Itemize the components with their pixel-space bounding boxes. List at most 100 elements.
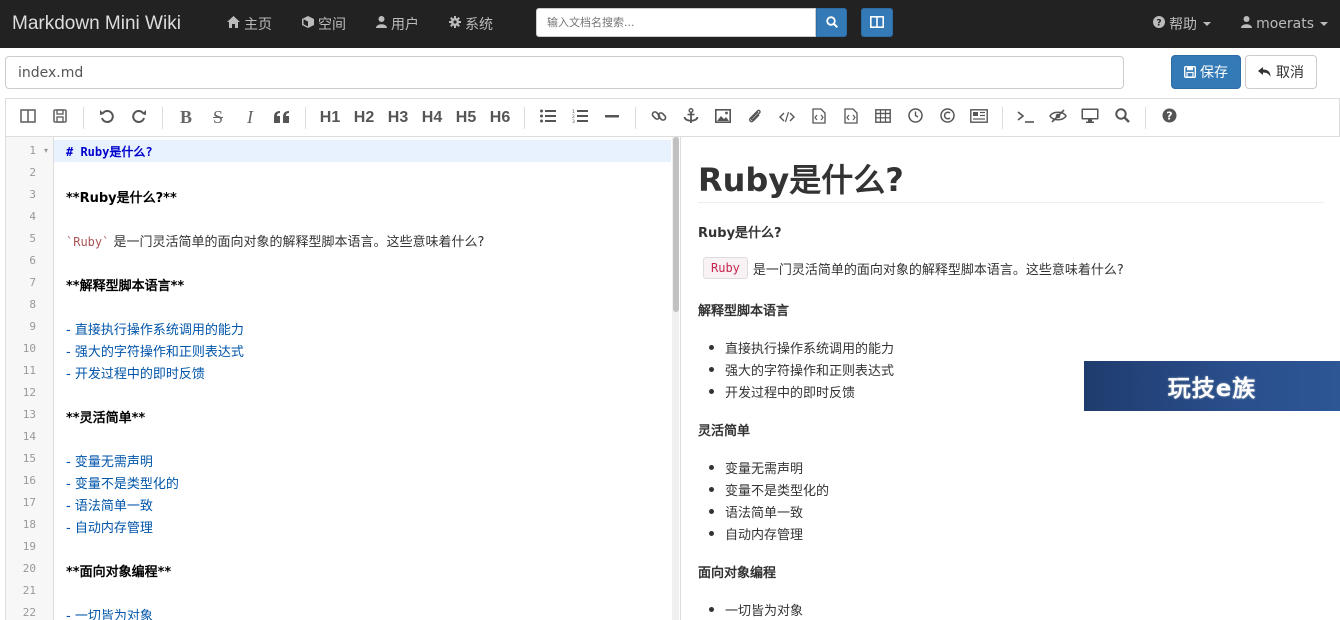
bullet: [709, 509, 714, 514]
brand-title[interactable]: Markdown Mini Wiki: [12, 13, 227, 35]
list-item-text: 一切皆为对象: [725, 604, 804, 619]
markdown-editor[interactable]: 1 ▾ 2 3 4 5 6 7 8 9 10 11 12 13 14 15 16…: [5, 137, 679, 620]
code-line: `Ruby` 是一门灵活简单的面向对象的解释型脚本语言。这些意味着什么?: [66, 231, 484, 250]
line-number-gutter: 1 ▾ 2 3 4 5 6 7 8 9 10 11 12 13 14 15 16…: [6, 137, 54, 620]
line-number: 3: [29, 188, 36, 201]
nav-home[interactable]: 主页: [227, 14, 272, 34]
bullet: [709, 367, 714, 372]
save-button[interactable]: 保存: [1171, 55, 1241, 89]
nav-space-label: 空间: [318, 17, 346, 33]
goto-line-button[interactable]: [1012, 104, 1040, 132]
quote-button[interactable]: [268, 104, 296, 132]
image-button[interactable]: [709, 104, 737, 132]
image-icon: [715, 108, 731, 127]
toggle-sidebar-button[interactable]: [861, 8, 893, 37]
code-line: - 变量无需声明: [66, 455, 153, 470]
gear-icon: [449, 16, 461, 32]
fold-arrow-icon[interactable]: ▾: [44, 146, 48, 155]
h2-button[interactable]: H2: [349, 104, 379, 132]
line-number: 16: [22, 474, 36, 487]
code-line: **灵活简单**: [66, 411, 146, 426]
h5-button[interactable]: H5: [451, 104, 481, 132]
preview-heading: Ruby是什么?: [698, 161, 904, 199]
h6-button[interactable]: H6: [485, 104, 515, 132]
user-menu[interactable]: moerats: [1241, 16, 1328, 32]
line-number: 17: [22, 496, 36, 509]
search-replace-button[interactable]: [1108, 104, 1136, 132]
desktop-icon: [1081, 108, 1099, 127]
html-entities-button[interactable]: [933, 104, 961, 132]
line-number: 11: [22, 364, 36, 377]
list-item: 变量不是类型化的: [709, 480, 829, 499]
anchor-button[interactable]: [677, 104, 705, 132]
table-icon: [875, 108, 891, 127]
copyright-icon: [939, 108, 955, 127]
horizontal-rule-button[interactable]: [598, 104, 626, 132]
toolbar-divider: [305, 106, 306, 129]
code-line: **Ruby是什么?**: [66, 191, 177, 206]
bold-button[interactable]: B: [172, 104, 200, 132]
line-number: 18: [22, 518, 36, 531]
h4-button[interactable]: H4: [417, 104, 447, 132]
code-line: **解释型脚本语言**: [66, 279, 185, 294]
toggle-preview-button[interactable]: [14, 104, 42, 132]
line-number: 19: [22, 540, 36, 553]
list-item: 自动内存管理: [709, 524, 803, 543]
editor-scroll-thumb[interactable]: [673, 137, 679, 312]
unordered-list-button[interactable]: [534, 104, 562, 132]
code-inline-button[interactable]: [773, 104, 801, 132]
nav-user[interactable]: 用户: [376, 14, 419, 34]
paperclip-icon: [747, 108, 763, 128]
ordered-list-button[interactable]: 123: [566, 104, 594, 132]
help-button[interactable]: ?: [1155, 104, 1183, 132]
svg-text:3: 3: [572, 119, 575, 123]
nav-space[interactable]: 空间: [302, 14, 346, 34]
code-text-token: 是一门灵活简单的面向对象的解释型脚本语言。这些意味着什么?: [113, 235, 485, 250]
line-number: 22: [22, 606, 36, 619]
toolbar-divider: [1002, 106, 1003, 129]
h3-button[interactable]: H3: [383, 104, 413, 132]
save-toolbar-button[interactable]: [46, 104, 74, 132]
editor-scrollbar[interactable]: [672, 137, 679, 620]
line-number: 1: [29, 144, 36, 157]
code-block-button[interactable]: [805, 104, 833, 132]
strikethrough-button[interactable]: S: [204, 104, 232, 132]
list-item-text: 变量无需声明: [725, 462, 804, 477]
fullscreen-preview-button[interactable]: [1076, 104, 1104, 132]
watch-toggle-button[interactable]: [1044, 104, 1072, 132]
bullet: [709, 531, 714, 536]
search-group: [536, 8, 847, 37]
cancel-button[interactable]: 取消: [1245, 55, 1317, 89]
preview-strong: 解释型脚本语言: [698, 304, 790, 319]
link-button[interactable]: [645, 104, 673, 132]
undo-button[interactable]: [93, 104, 121, 132]
datetime-button[interactable]: [901, 104, 929, 132]
search-input[interactable]: [536, 8, 816, 37]
line-number: 5: [29, 232, 36, 245]
line-number: 20: [22, 562, 36, 575]
question-circle-icon: ?: [1162, 108, 1177, 127]
nav-system[interactable]: 系统: [449, 14, 493, 34]
toolbar-divider: [162, 106, 163, 129]
newspaper-icon: [970, 108, 988, 127]
line-number: 15: [22, 452, 36, 465]
help-menu[interactable]: ? 帮助: [1153, 14, 1212, 34]
pagebreak-button[interactable]: [965, 104, 993, 132]
preview-strong: Ruby是什么?: [698, 226, 782, 241]
attachment-button[interactable]: [741, 104, 769, 132]
list-item: 强大的字符操作和正则表达式: [709, 360, 894, 379]
list-item-text: 强大的字符操作和正则表达式: [725, 364, 895, 379]
h1-button[interactable]: H1: [315, 104, 345, 132]
filename-input[interactable]: index.md: [5, 56, 1124, 89]
italic-button[interactable]: I: [236, 104, 264, 132]
bullet: [709, 487, 714, 492]
toolbar-divider: [1145, 106, 1146, 129]
help-label: 帮助: [1169, 17, 1198, 33]
redo-icon: [131, 108, 147, 128]
list-item: 一切皆为对象: [709, 600, 803, 619]
table-button[interactable]: [869, 104, 897, 132]
list-item: 开发过程中的即时反馈: [709, 382, 855, 401]
preformatted-button[interactable]: [837, 104, 865, 132]
redo-button[interactable]: [125, 104, 153, 132]
search-button[interactable]: [816, 8, 847, 37]
